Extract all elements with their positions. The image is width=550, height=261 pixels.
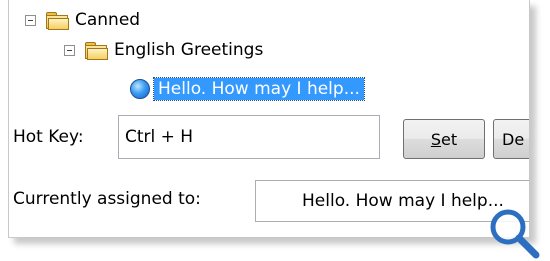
tree-node-canned-label: Canned [75, 10, 141, 30]
collapse-minus-icon[interactable] [25, 14, 36, 26]
tree-node-canned[interactable]: Canned [25, 10, 140, 30]
hot-key-value: Ctrl + H [125, 127, 194, 147]
canned-messages-panel: Canned English Greetings Hello. How may … [8, 0, 530, 238]
magnifier-icon[interactable] [486, 205, 542, 261]
delete-button-label: De [502, 129, 525, 149]
tree-node-hello[interactable]: Hello. How may I help... [130, 77, 365, 101]
hot-key-label: Hot Key: [13, 127, 84, 147]
hot-key-input[interactable]: Ctrl + H [118, 115, 380, 159]
currently-assigned-value: Hello. How may I help... [302, 191, 504, 211]
collapse-minus-icon[interactable] [64, 44, 75, 56]
folder-icon [45, 11, 69, 30]
tree-node-english-greetings[interactable]: English Greetings [64, 40, 263, 60]
set-button-label: et [441, 129, 458, 149]
currently-assigned-label: Currently assigned to: [13, 189, 201, 209]
tree-node-hello-label[interactable]: Hello. How may I help... [153, 77, 365, 101]
folder-icon [84, 41, 108, 60]
set-button-accel: S [430, 129, 442, 149]
delete-button[interactable]: De [493, 119, 529, 159]
blue-circle-icon [130, 79, 150, 99]
set-button[interactable]: Set [403, 119, 485, 159]
tree-node-english-greetings-label: English Greetings [114, 40, 264, 60]
